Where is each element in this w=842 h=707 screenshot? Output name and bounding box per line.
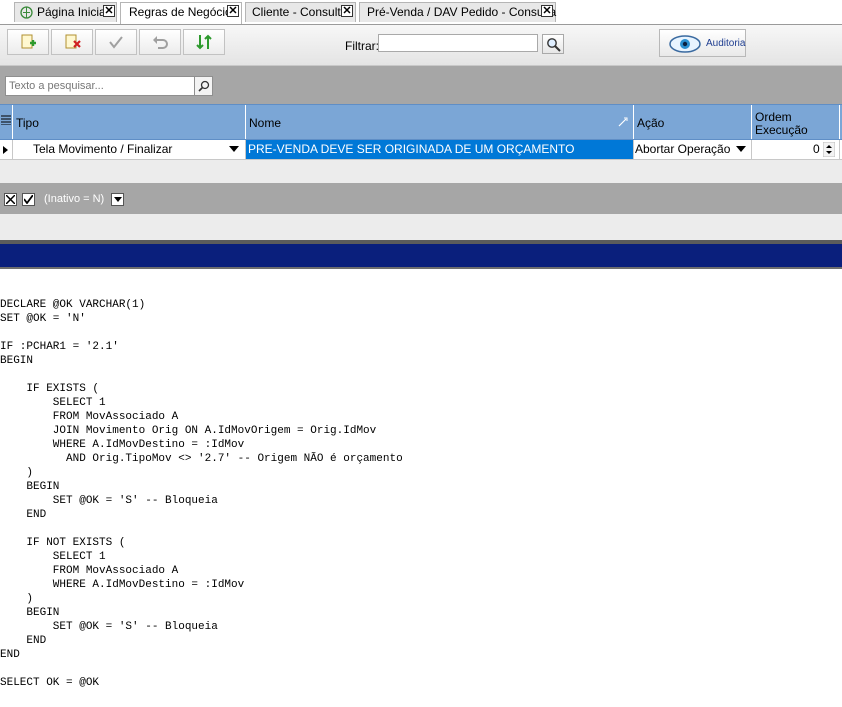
tab-label: Página Inicial — [37, 5, 109, 19]
filter-dropdown-button[interactable] — [111, 193, 124, 206]
filter-expression[interactable]: (Inativo = N) — [44, 193, 104, 205]
cell-nome-value: PRE-VENDA DEVE SER ORIGINADA DE UM ORÇAM… — [248, 142, 575, 156]
delete-record-icon — [65, 34, 81, 49]
column-label: Tipo — [16, 116, 39, 130]
audit-label: Auditoria — [706, 38, 746, 49]
column-label: Nome — [249, 116, 282, 130]
new-record-button[interactable] — [7, 29, 49, 55]
close-tab-icon[interactable]: ✕ — [541, 5, 553, 17]
sort-button[interactable] — [183, 29, 225, 55]
spin-updown-icon[interactable] — [823, 142, 835, 157]
home-globe-icon — [20, 6, 33, 19]
sql-code-editor[interactable]: DECLARE @OK VARCHAR(1) SET @OK = 'N' IF … — [0, 298, 403, 690]
audit-button[interactable]: Auditoria — [659, 29, 746, 57]
grid-empty-area — [0, 160, 842, 183]
delete-record-button[interactable] — [51, 29, 93, 55]
dropdown-arrow-icon[interactable] — [735, 143, 747, 155]
close-tab-icon[interactable]: ✕ — [227, 5, 239, 17]
cell-nome[interactable]: PRE-VENDA DEVE SER ORIGINADA DE UM ORÇAM… — [246, 140, 634, 159]
grid-header: Tipo Nome Ação Ordem Execução — [0, 104, 842, 140]
column-header-ordem-execucao[interactable]: Ordem Execução — [752, 105, 840, 139]
cell-ordem-value: 0 — [813, 142, 820, 156]
code-panel-header — [0, 244, 842, 269]
cell-ordem[interactable]: 0 — [752, 140, 840, 159]
filter-search-button[interactable] — [542, 34, 564, 54]
dropdown-arrow-icon — [113, 197, 122, 202]
undo-button[interactable] — [139, 29, 181, 55]
tab-pagina-inicial[interactable]: Página Inicial ✕ — [14, 2, 117, 22]
tab-label: Pré-Venda / DAV Pedido - Consulta — [367, 5, 557, 19]
column-header-acao[interactable]: Ação — [634, 105, 752, 139]
eye-icon — [669, 35, 701, 53]
search-input[interactable]: Texto a pesquisar... — [5, 76, 195, 96]
dropdown-arrow-icon[interactable] — [228, 143, 240, 155]
cell-acao-value: Abortar Operação — [635, 142, 731, 156]
column-chooser-button[interactable] — [0, 105, 13, 139]
check-icon — [24, 195, 33, 204]
search-button[interactable] — [194, 76, 213, 96]
column-label-line2: Execução — [755, 123, 808, 137]
filter-bar — [0, 183, 842, 214]
new-record-icon — [21, 34, 36, 49]
filter-enabled-checkbox[interactable] — [22, 193, 35, 206]
column-label: Ação — [637, 116, 665, 130]
close-tab-icon[interactable]: ✕ — [103, 5, 115, 17]
confirm-icon — [109, 36, 123, 49]
tab-regras-de-negocio[interactable]: Regras de Negócio ✕ — [120, 2, 242, 24]
magnifier-icon — [197, 80, 209, 92]
sort-icon — [196, 34, 212, 50]
column-list-icon — [1, 115, 11, 125]
panel-spacer — [0, 214, 842, 240]
current-row-arrow-icon — [3, 146, 8, 154]
tab-label: Regras de Negócio — [129, 5, 232, 19]
sort-ascending-icon — [618, 117, 628, 127]
cell-acao[interactable]: Abortar Operação — [634, 140, 752, 159]
tab-cliente-consulta[interactable]: Cliente - Consulta ✕ — [245, 2, 356, 22]
magnifier-icon — [546, 37, 561, 52]
clear-filter-button[interactable] — [4, 193, 17, 206]
tab-pre-venda-dav[interactable]: Pré-Venda / DAV Pedido - Consulta ✕ — [359, 2, 556, 22]
filter-input[interactable] — [378, 34, 538, 52]
column-header-tipo[interactable]: Tipo — [13, 105, 246, 139]
column-label-line1: Ordem — [755, 110, 792, 124]
cell-tipo[interactable]: Tela Movimento / Finalizar — [13, 140, 246, 159]
close-icon — [6, 195, 15, 204]
undo-icon — [153, 36, 168, 49]
confirm-button[interactable] — [95, 29, 137, 55]
row-indicator — [0, 140, 13, 159]
tab-label: Cliente - Consulta — [252, 5, 348, 19]
close-tab-icon[interactable]: ✕ — [341, 5, 353, 17]
filter-label: Filtrar: — [345, 39, 379, 53]
column-header-nome[interactable]: Nome — [246, 105, 634, 139]
cell-tipo-value: Tela Movimento / Finalizar — [33, 142, 173, 156]
tab-bar: Página Inicial ✕ Regras de Negócio ✕ Cli… — [0, 0, 842, 25]
table-row[interactable]: Tela Movimento / Finalizar PRE-VENDA DEV… — [0, 140, 842, 160]
toolbar: Filtrar: Auditoria — [0, 25, 842, 66]
